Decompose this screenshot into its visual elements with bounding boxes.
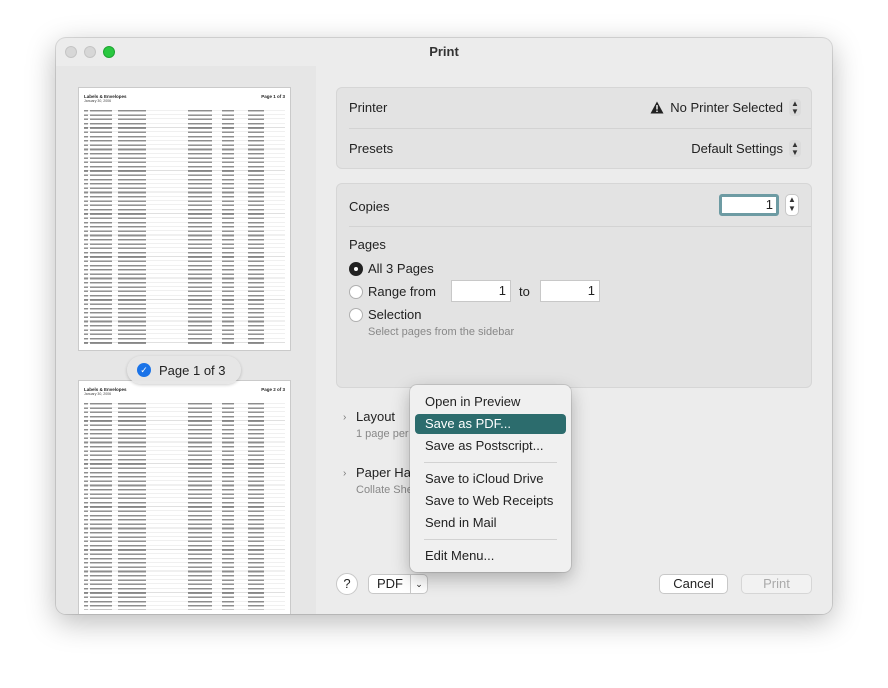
- menu-item-save-to-icloud[interactable]: Save to iCloud Drive: [415, 469, 566, 489]
- pdf-label: PDF: [377, 576, 403, 591]
- selection-label: Selection: [368, 307, 422, 322]
- cancel-button[interactable]: Cancel: [659, 574, 728, 594]
- printer-popup[interactable]: No Printer Selected ▲ ▼: [650, 99, 801, 116]
- presets-label: Presets: [349, 141, 394, 156]
- paper-handling-label[interactable]: Paper Ha: [356, 465, 411, 480]
- range-from-input[interactable]: 1: [451, 280, 511, 302]
- all-pages-radio[interactable]: [349, 262, 363, 276]
- page-selected-badge: ✓ Page 1 of 3: [127, 356, 241, 384]
- presets-popup[interactable]: Default Settings ▲ ▼: [691, 140, 801, 157]
- close-button[interactable]: [65, 46, 77, 58]
- menu-separator: [424, 462, 557, 463]
- chevron-down-icon[interactable]: ⌄: [410, 575, 427, 593]
- range-radio[interactable]: [349, 285, 363, 299]
- presets-value: Default Settings: [691, 141, 783, 156]
- page-thumbnail-1[interactable]: Labels & Envelopes Page 1 of 3 January 30…: [79, 88, 290, 350]
- pdf-menu-button[interactable]: PDF ⌄: [368, 574, 428, 594]
- range-to-label: to: [519, 284, 530, 299]
- warning-icon: [650, 101, 664, 114]
- menu-item-open-in-preview[interactable]: Open in Preview: [415, 392, 566, 412]
- copies-stepper[interactable]: ▲ ▼: [785, 194, 799, 216]
- menu-separator: [424, 539, 557, 540]
- layout-summary: 1 page per: [356, 428, 409, 440]
- divider: [349, 128, 811, 129]
- printer-label: Printer: [349, 100, 388, 115]
- printer-value: No Printer Selected: [670, 100, 783, 115]
- selection-radio[interactable]: [349, 308, 363, 322]
- menu-item-save-as-pdf[interactable]: Save as PDF...: [415, 414, 566, 434]
- divider: [349, 226, 811, 227]
- copies-input[interactable]: 1: [719, 194, 779, 216]
- page-sidebar: Labels & Envelopes Page 1 of 3 January 30…: [56, 66, 316, 614]
- zoom-button[interactable]: [103, 46, 115, 58]
- copies-pages-group: Copies 1 ▲ ▼ Pages All 3 Pages Range from…: [336, 183, 812, 388]
- range-to-input[interactable]: 1: [540, 280, 600, 302]
- copies-label: Copies: [349, 199, 390, 214]
- chevron-right-icon[interactable]: ›: [343, 468, 346, 479]
- thumb-table: [84, 403, 285, 610]
- paper-handling-summary: Collate She: [356, 484, 413, 496]
- checkmark-icon: ✓: [137, 363, 151, 377]
- thumb-table: [84, 110, 285, 346]
- pages-label: Pages: [349, 237, 386, 252]
- help-button[interactable]: ?: [336, 573, 358, 595]
- thumb-date: January 30, 2006: [84, 392, 112, 396]
- layout-section-label[interactable]: Layout: [356, 409, 395, 424]
- menu-item-save-as-postscript[interactable]: Save as Postscript...: [415, 436, 566, 456]
- pdf-menu: Open in Preview Save as PDF... Save as P…: [410, 385, 571, 572]
- page-badge-label: Page 1 of 3: [159, 362, 226, 378]
- thumb-date: January 30, 2006: [84, 99, 112, 103]
- thumb-page-label: Page 2 of 3: [261, 387, 285, 392]
- chevron-right-icon[interactable]: ›: [343, 412, 346, 423]
- menu-item-edit-menu[interactable]: Edit Menu...: [415, 546, 566, 566]
- menu-item-save-to-web-receipts[interactable]: Save to Web Receipts: [415, 491, 566, 511]
- page-thumbnail-2[interactable]: Labels & Envelopes Page 2 of 3 January 30…: [79, 381, 290, 614]
- printer-presets-group: Printer No Printer Selected ▲ ▼ Presets D…: [336, 87, 812, 169]
- thumb-page-label: Page 1 of 3: [261, 94, 285, 99]
- popup-arrows-icon: ▲ ▼: [789, 99, 801, 116]
- popup-arrows-icon: ▲ ▼: [789, 140, 801, 157]
- window-title: Print: [429, 44, 459, 59]
- selection-hint: Select pages from the sidebar: [368, 326, 515, 338]
- print-settings: Printer No Printer Selected ▲ ▼ Presets D…: [316, 66, 832, 614]
- all-pages-label: All 3 Pages: [368, 261, 434, 276]
- minimize-button[interactable]: [84, 46, 96, 58]
- print-button[interactable]: Print: [741, 574, 812, 594]
- range-label: Range from: [368, 284, 436, 299]
- menu-item-send-in-mail[interactable]: Send in Mail: [415, 513, 566, 533]
